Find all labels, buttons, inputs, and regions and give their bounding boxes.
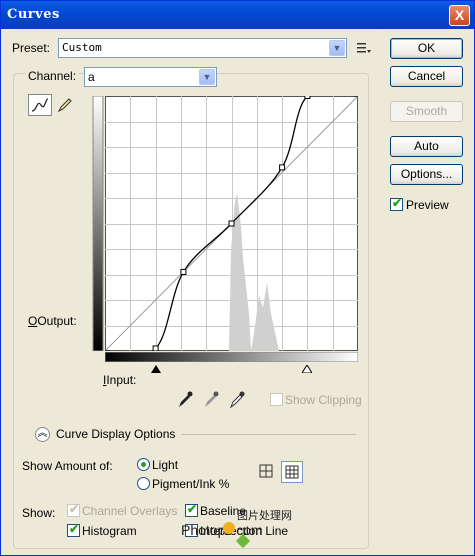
channel-value: a — [88, 70, 95, 84]
checkmark-icon: ✔ — [187, 502, 198, 516]
preset-options-icon[interactable] — [357, 41, 371, 55]
output-label: OOutput: — [28, 314, 77, 328]
output-label-text: Output: — [37, 314, 77, 328]
radio-selected-dot — [141, 462, 146, 467]
simple-grid-icon[interactable] — [258, 463, 276, 481]
light-radio[interactable] — [137, 458, 150, 471]
window-title: Curves — [7, 7, 60, 22]
checkmark-icon: ✔ — [69, 502, 80, 516]
show-amount-label: Show Amount of: — [22, 459, 113, 473]
curve-control-point — [304, 96, 311, 99]
output-gradient-bar — [89, 95, 105, 352]
black-point-slider-icon[interactable] — [151, 362, 161, 376]
smooth-button[interactable]: Smooth — [390, 101, 463, 122]
input-label-text: Input: — [106, 373, 137, 387]
curve-point-icon — [31, 98, 49, 112]
histogram-label: Histogram — [82, 524, 137, 538]
curve-control-point — [279, 164, 286, 171]
baseline-checkbox[interactable]: ✔ — [185, 502, 198, 517]
ok-button[interactable]: OK — [390, 38, 463, 59]
checkmark-icon: ✔ — [392, 196, 403, 210]
chevron-down-icon: ▼ — [329, 40, 345, 56]
input-gradient-bar — [104, 351, 359, 363]
light-label: Light — [152, 458, 179, 472]
chevron-down-icon: ▼ — [199, 69, 215, 85]
pigment-radio[interactable] — [137, 477, 150, 490]
channel-label: Channel: — [26, 69, 79, 83]
watermark-domain: Photops.com — [181, 522, 263, 538]
pencil-icon — [57, 98, 72, 113]
pencil-tool-button[interactable] — [56, 96, 74, 114]
auto-button[interactable]: Auto — [390, 136, 463, 157]
gray-eyedropper-icon[interactable] — [203, 391, 219, 412]
channel-overlays-label: Channel Overlays — [82, 504, 178, 518]
detailed-grid-icon[interactable] — [281, 461, 303, 483]
divider — [181, 434, 356, 435]
preview-checkbox[interactable]: ✔ — [390, 196, 403, 211]
show-label: Show: — [22, 506, 56, 520]
pigment-label: Pigment/Ink % — [152, 477, 230, 491]
preset-value: Custom — [62, 41, 102, 54]
watermark-site: 图片处理网 — [237, 510, 292, 522]
preset-dropdown[interactable]: Custom ▼ — [58, 38, 347, 58]
white-eyedropper-icon[interactable] — [229, 391, 245, 412]
white-point-slider-icon[interactable] — [301, 362, 313, 376]
show-clipping-checkbox[interactable] — [270, 393, 283, 406]
curves-dialog: Curves X Preset: Custom ▼ OK Cancel Smoo… — [0, 0, 475, 556]
curve-display-options-label: Curve Display Options — [56, 427, 176, 441]
preview-label: Preview — [406, 198, 449, 212]
title-bar: Curves X — [1, 1, 474, 29]
curve-control-point — [228, 220, 235, 227]
histogram-checkbox[interactable]: ✔ — [67, 522, 80, 537]
curve-control-point — [180, 268, 187, 275]
show-clipping-label: Show Clipping — [285, 393, 362, 407]
watermark-logo-icon — [223, 522, 235, 534]
options-button[interactable]: Options... — [390, 164, 463, 185]
preset-label: Preset: — [12, 41, 51, 55]
collapse-chevron-icon[interactable]: ︽ — [35, 427, 50, 442]
cancel-button[interactable]: Cancel — [390, 66, 463, 87]
close-button[interactable]: X — [449, 5, 470, 26]
curve-tool-button[interactable] — [28, 94, 52, 116]
input-label: IInput: — [103, 373, 137, 387]
channel-dropdown[interactable]: a ▼ — [84, 67, 217, 87]
curve-graph[interactable] — [105, 96, 358, 351]
channel-overlays-checkbox[interactable]: ✔ — [67, 502, 80, 517]
checkmark-icon: ✔ — [69, 522, 80, 536]
black-eyedropper-icon[interactable] — [177, 391, 193, 412]
